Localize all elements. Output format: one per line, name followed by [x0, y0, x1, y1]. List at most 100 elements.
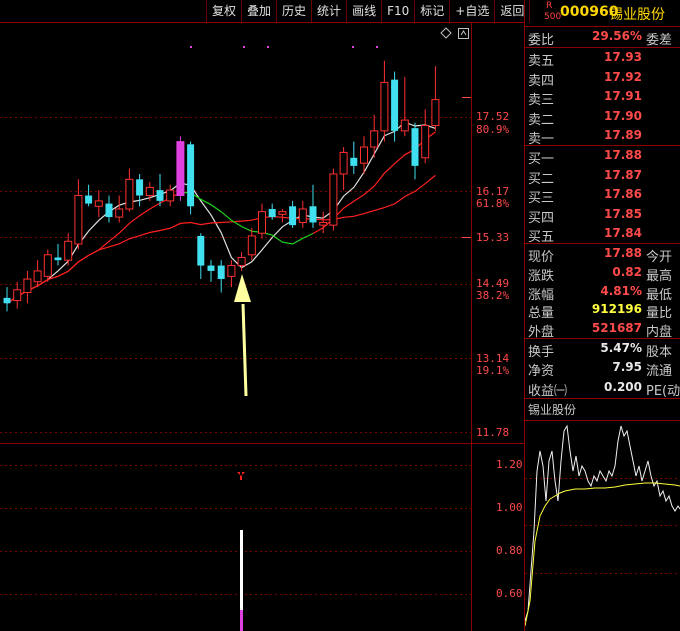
oscillator-bar — [240, 530, 243, 618]
buy-level-3-row: 买三 17.86 — [524, 186, 680, 206]
sell-level-5-label: 卖五 — [528, 54, 555, 69]
stock-header[interactable]: R 500 000960 锡业股份 — [524, 0, 680, 26]
webi-row: 委比 29.56% 委差 — [524, 28, 680, 48]
candle-body-down — [268, 208, 276, 218]
candle-body-down — [156, 190, 164, 201]
stat2-1-value: 7.95 — [612, 360, 642, 375]
pct-label-5: 19.1% — [476, 364, 510, 377]
sell-level-4-label: 卖四 — [528, 73, 555, 89]
stat-2-label: 涨幅 — [528, 287, 555, 303]
statistics-button[interactable]: 统计 — [311, 0, 346, 22]
annotation-arrow-head — [234, 274, 251, 302]
overlay-button[interactable]: 叠加 — [241, 0, 276, 22]
signal-dot — [190, 46, 192, 48]
stat-3-value: 912196 — [591, 302, 642, 317]
stat2-2-label: 收益㈠ — [528, 383, 568, 399]
stat-0-tail-label: 今开 — [646, 250, 673, 265]
buy-level-3-value: 17.86 — [604, 187, 642, 201]
sell-level-5-row: 卖五 17.93 — [524, 49, 680, 69]
candle-body-down — [187, 144, 195, 207]
buy-level-2-value: 17.87 — [604, 167, 642, 182]
stat-4-row: 外盘 521687 内盘 — [524, 320, 680, 341]
candle-body-up — [115, 208, 124, 218]
stat-1-value: 0.82 — [612, 264, 642, 279]
stat-2-tail-label: 最低 — [646, 287, 673, 303]
history-button[interactable]: 历史 — [276, 0, 311, 22]
pct-label-2: 61.8% — [476, 197, 510, 210]
buy-level-2-row: 买二 17.87 — [524, 167, 680, 187]
intraday-price-line — [525, 424, 680, 622]
oscillator-bar-base — [240, 610, 243, 631]
candle-body-up — [400, 119, 409, 132]
candle-body-down — [3, 297, 11, 304]
weicha-label: 委差 — [646, 33, 673, 48]
sell-level-5-value: 17.93 — [604, 50, 642, 64]
mini-chart-title: 锡业股份 — [528, 403, 577, 417]
candle-body-up — [360, 146, 368, 164]
candle-body-up — [380, 81, 389, 132]
candle-body-down — [85, 195, 93, 204]
buy-level-2-label: 买二 — [528, 171, 555, 187]
candle-body-down — [136, 179, 144, 196]
stat2-0-row: 换手 5.47% 股本 — [524, 340, 680, 360]
candle-body-up — [298, 208, 307, 223]
restore-rights-button[interactable]: 复权 — [206, 0, 241, 22]
webi-value: 29.56% — [592, 29, 642, 43]
candle-body-up — [74, 195, 83, 245]
buy-level-1-value: 17.88 — [604, 148, 642, 162]
candle-body-up — [43, 254, 52, 277]
candle-body-up — [23, 278, 32, 293]
candle-body-up — [64, 240, 73, 261]
f10-button[interactable]: F10 — [381, 0, 414, 22]
candle-body-down — [411, 128, 419, 166]
candle-body-up — [176, 141, 185, 197]
candle-body-down — [391, 79, 399, 131]
stat2-2-row: 收益㈠ 0.200 PE(动 — [524, 379, 680, 399]
price-label-1: 17.52 — [476, 110, 510, 123]
sell-level-3-label: 卖三 — [528, 93, 555, 108]
sell-level-2-label: 卖二 — [528, 112, 555, 128]
stat-1-tail-label: 最高 — [646, 268, 673, 284]
oscillator-chart[interactable] — [0, 444, 471, 631]
stat-0-label: 现价 — [528, 250, 555, 265]
buy-level-1-label: 买一 — [528, 152, 555, 167]
stat2-0-label: 换手 — [528, 345, 555, 360]
ma10-line — [6, 191, 181, 304]
candlestick-chart[interactable] — [0, 22, 471, 442]
candle-body-up — [431, 99, 440, 126]
candle-body-down — [207, 265, 215, 271]
stat-3-label: 总量 — [528, 306, 555, 322]
sell-level-4-value: 17.92 — [604, 69, 642, 84]
candle-body-up — [13, 289, 22, 302]
stat2-2-tail-label: PE(动 — [646, 383, 680, 399]
osc-label-1: 1.20 — [496, 458, 523, 471]
sell-level-2-row: 卖二 17.90 — [524, 108, 680, 128]
candle-body-up — [166, 189, 175, 202]
draw-line-button[interactable]: 画线 — [346, 0, 381, 22]
stat-0-value: 17.88 — [604, 246, 642, 260]
sell-level-3-row: 卖三 17.91 — [524, 88, 680, 108]
add-watchlist-button[interactable]: +自选 — [449, 0, 494, 22]
candle-body-up — [329, 173, 338, 226]
price-label-3: 15.33 — [476, 231, 510, 244]
candle-body-down — [54, 257, 62, 261]
signal-dot — [352, 46, 354, 48]
mark-button[interactable]: 标记 — [414, 0, 449, 22]
stat2-2-value: 0.200 — [604, 379, 642, 394]
osc-label-3: 0.80 — [496, 544, 523, 557]
buy-level-4-value: 17.85 — [604, 206, 642, 221]
candle-body-up — [278, 211, 287, 215]
stat-4-tail-label: 内盘 — [646, 325, 673, 341]
sell-level-4-row: 卖四 17.92 — [524, 69, 680, 89]
candle-body-down — [217, 265, 225, 280]
candle-body-up — [125, 178, 134, 210]
candle-body-up — [370, 130, 379, 148]
up-arrow-icon — [237, 472, 245, 480]
stock-terminal: 复权 叠加 历史 统计 画线 F10 标记 +自选 返回 17.52 80.9%… — [0, 0, 680, 631]
sell-level-1-row: 卖一 17.89 — [524, 127, 680, 147]
osc-label-2: 1.00 — [496, 501, 523, 514]
intraday-mini-chart[interactable] — [525, 421, 680, 631]
stat2-0-value: 5.47% — [600, 341, 642, 355]
buy-level-5-value: 17.84 — [604, 226, 642, 240]
index-mark: 500 — [544, 12, 562, 22]
